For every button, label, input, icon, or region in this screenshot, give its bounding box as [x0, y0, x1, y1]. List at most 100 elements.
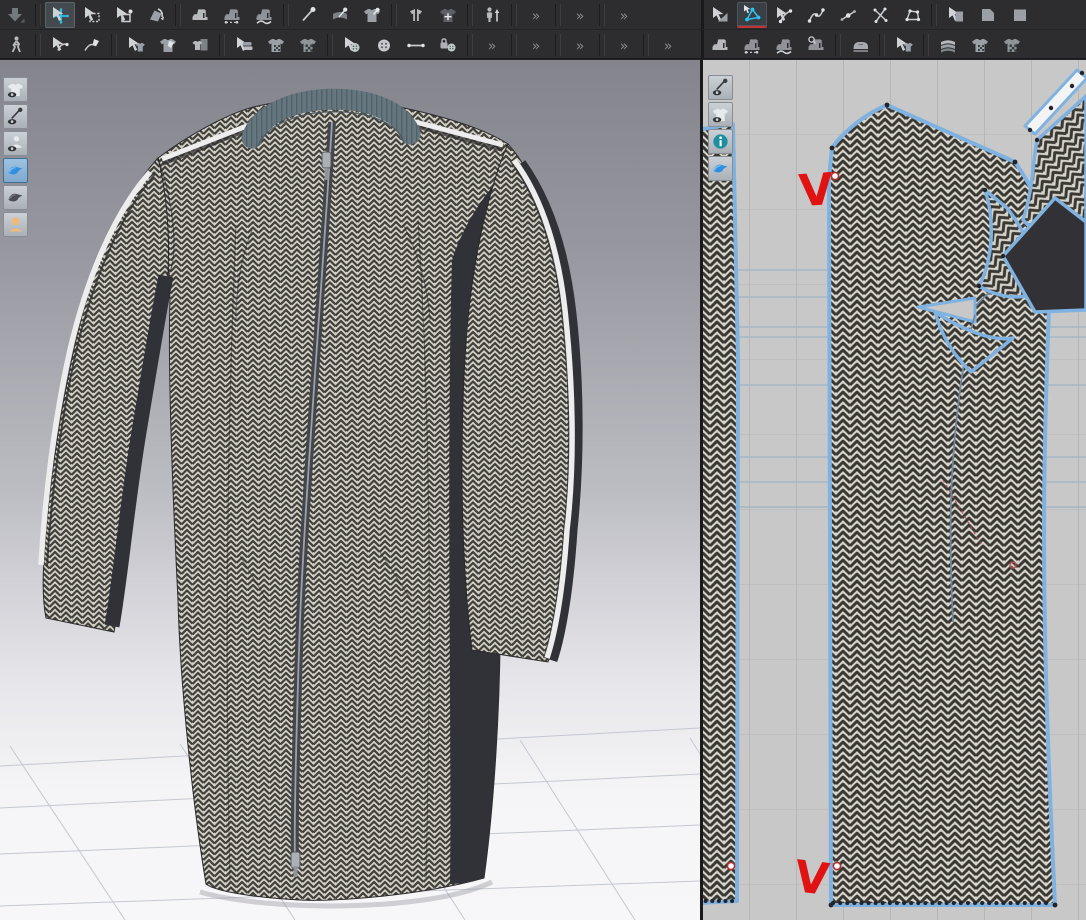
textured-pattern-2d-toggle[interactable] [708, 156, 733, 181]
select-garment-tool[interactable] [889, 32, 919, 58]
show-pins-2d-icon [712, 78, 728, 96]
walk-avatar-tool[interactable] [1, 32, 31, 58]
overflow-8-tool[interactable]: » [653, 32, 683, 58]
toolbar-separator [283, 3, 289, 26]
overflow-6-icon: » [576, 38, 585, 54]
pattern-panel-2d[interactable]: V V [703, 60, 1086, 920]
overflow-1-tool[interactable]: » [521, 2, 551, 28]
lock-button-tool[interactable] [433, 32, 463, 58]
move-tool-tool[interactable] [45, 1, 75, 28]
notch-strip[interactable] [726, 861, 736, 871]
overflow-6-tool[interactable]: » [565, 32, 595, 58]
edit-pattern-tool[interactable] [737, 1, 767, 28]
inspect-seam-tool[interactable] [801, 32, 831, 58]
show-avatar-toggle[interactable] [3, 131, 28, 156]
edit-curve-point-tool[interactable] [801, 2, 831, 28]
fabric-pin-tool[interactable] [325, 2, 355, 28]
button-tool[interactable] [369, 32, 399, 58]
shirt-pin-tool[interactable] [357, 2, 387, 28]
fabric-layers-tool[interactable] [933, 32, 963, 58]
show-pins-2d-toggle[interactable] [708, 75, 733, 100]
edit-texture-tool[interactable] [229, 32, 259, 58]
segment-sewing-tool[interactable] [217, 2, 247, 28]
overflow-1-icon: » [532, 8, 541, 24]
sewing-machine-tool[interactable] [185, 2, 215, 28]
avatar-skin-icon [9, 217, 22, 232]
textured-surface-toggle[interactable] [3, 158, 28, 183]
pattern-piece-front-bodice[interactable] [827, 102, 1058, 908]
thick-textured-surface-toggle[interactable] [3, 185, 28, 210]
zipper-slider-top [321, 151, 332, 169]
toolbar-separator [511, 33, 517, 56]
toolbar-separator [555, 3, 561, 26]
svg-text:»: » [620, 38, 629, 54]
overflow-2-tool[interactable]: » [565, 2, 595, 28]
trace-polygon-tool[interactable] [897, 2, 927, 28]
rectangle-pattern-tool[interactable] [1005, 2, 1035, 28]
buttonhole-tool[interactable] [401, 32, 431, 58]
fit-board-tool[interactable] [185, 32, 215, 58]
toolbar-separator [923, 33, 929, 56]
toolbar-separator [599, 3, 605, 26]
avatar-measure-tool[interactable] [477, 2, 507, 28]
notch-top[interactable] [830, 171, 840, 181]
texture-shirt-tool[interactable] [293, 32, 323, 58]
fit-pen-icon [160, 38, 176, 52]
free-sewing-tool[interactable] [249, 2, 279, 28]
buttonhole-icon [407, 43, 425, 47]
pattern-shape-tool[interactable] [973, 2, 1003, 28]
attach-cross-tool[interactable] [433, 2, 463, 28]
sculpt-pen-tool[interactable] [77, 32, 107, 58]
free-sewing-2d-tool[interactable] [769, 32, 799, 58]
texture-shirt-small-2d-tool[interactable] [965, 32, 995, 58]
overflow-7-icon: » [620, 38, 629, 54]
trace-tool[interactable] [941, 2, 971, 28]
scene-3d [0, 88, 700, 920]
viewport-3d[interactable] [0, 60, 700, 920]
pattern-info-toggle[interactable] [708, 129, 733, 154]
edit-fit-icon [129, 36, 145, 51]
transform-pattern-tool[interactable] [705, 2, 735, 28]
free-sewing-icon [256, 8, 272, 24]
toolbar-separator [391, 3, 397, 26]
pattern-piece-side-strip[interactable] [703, 122, 740, 905]
annotation-v-bottom: V [792, 851, 832, 906]
notch-bottom[interactable] [832, 861, 842, 871]
overflow-3-tool[interactable]: » [609, 2, 639, 28]
pattern-scene: V V [703, 68, 1086, 908]
edit-fit-tool[interactable] [121, 32, 151, 58]
show-pins-toggle[interactable] [3, 104, 28, 129]
trace-polygon-icon [905, 8, 921, 21]
overflow-5-icon: » [532, 38, 541, 54]
edit-curvature-tool[interactable] [769, 2, 799, 28]
overflow-2-icon: » [576, 8, 585, 24]
import-arrow-tool[interactable] [1, 2, 31, 28]
add-point-tool[interactable] [833, 2, 863, 28]
texture-shirt-2d-tool[interactable] [997, 32, 1027, 58]
segment-sewing-2d-tool[interactable] [737, 32, 767, 58]
rectangle-select-tool[interactable] [77, 2, 107, 28]
overflow-5-tool[interactable]: » [521, 32, 551, 58]
garment-3d[interactable] [38, 88, 583, 909]
avatar-skin-toggle[interactable] [3, 212, 28, 237]
edit-notch-tool[interactable] [865, 2, 895, 28]
edit-sculpt-tool[interactable] [45, 32, 75, 58]
fold-arrangement-tool[interactable] [141, 2, 171, 28]
fold-symmetry-tool[interactable] [401, 2, 431, 28]
sewing-machine-icon [192, 8, 208, 20]
sewing-machine-2d-tool[interactable] [705, 32, 735, 58]
transform-pin-tool[interactable] [109, 2, 139, 28]
show-garment-2d-toggle[interactable] [708, 102, 733, 127]
overflow-4-icon: » [488, 38, 497, 54]
overflow-4-tool[interactable]: » [477, 32, 507, 58]
texture-shirt-small-tool[interactable] [261, 32, 291, 58]
walk-avatar-icon [11, 36, 21, 52]
segment-sewing-icon [224, 8, 240, 24]
overflow-7-tool[interactable]: » [609, 32, 639, 58]
iron-tool[interactable] [845, 32, 875, 58]
fit-pen-tool[interactable] [153, 32, 183, 58]
select-button-tool[interactable] [337, 32, 367, 58]
pin-tool[interactable] [293, 2, 323, 28]
show-garment-toggle[interactable] [3, 77, 28, 102]
pin-icon [302, 6, 316, 21]
